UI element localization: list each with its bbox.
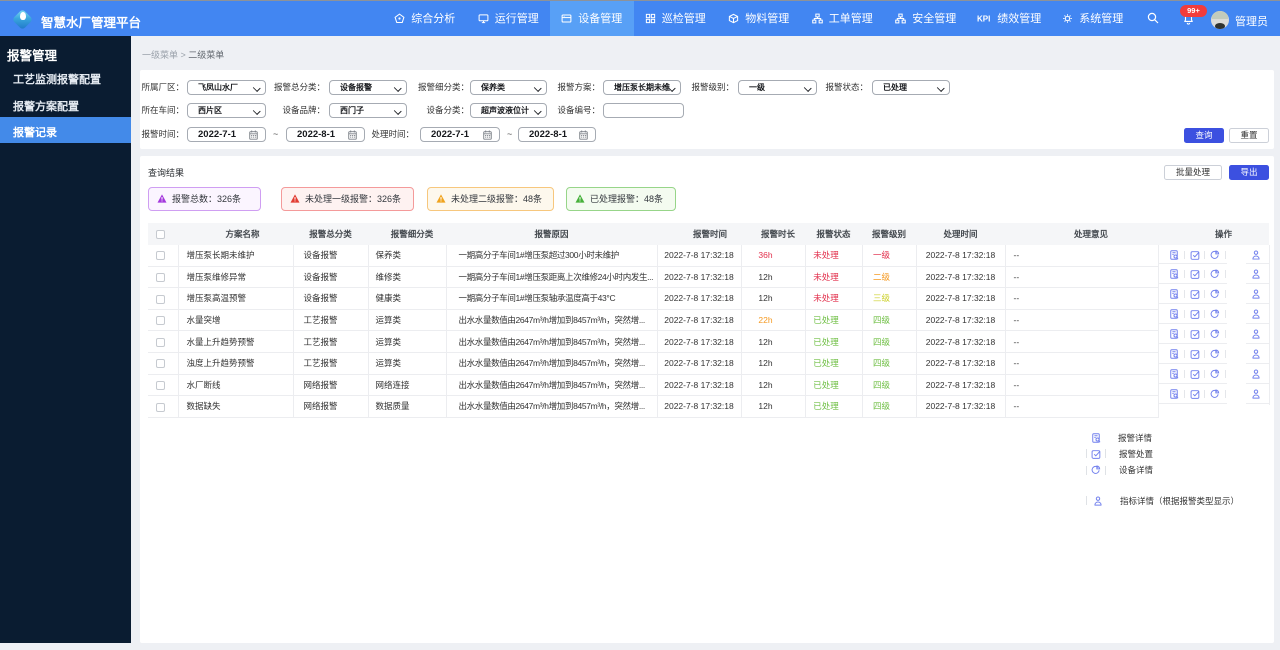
- svg-text:KPI: KPI: [977, 14, 990, 23]
